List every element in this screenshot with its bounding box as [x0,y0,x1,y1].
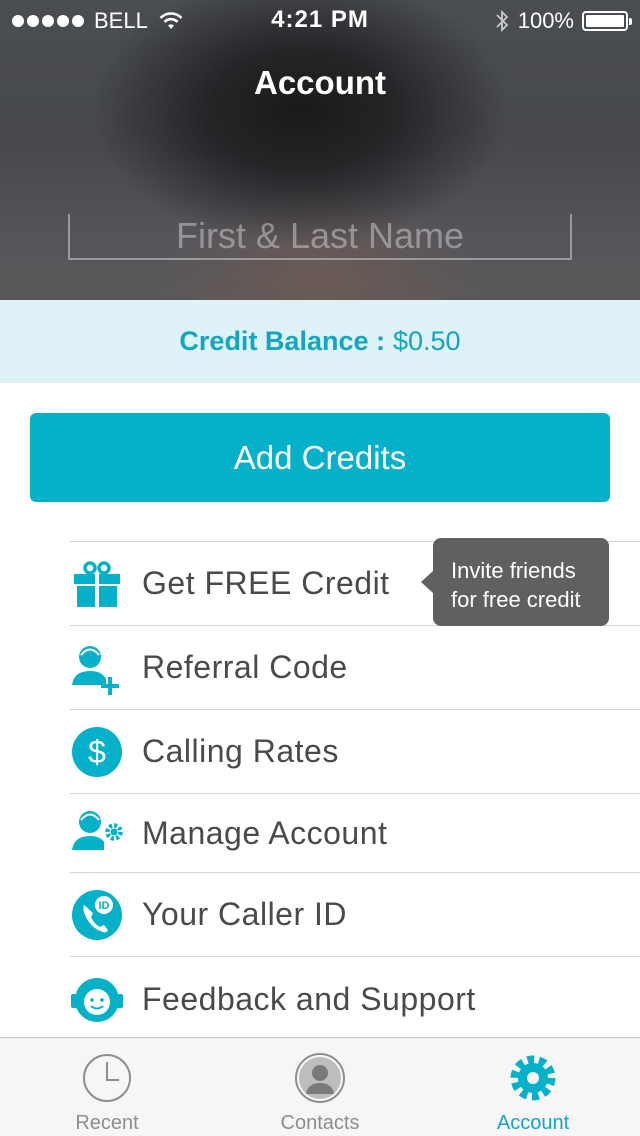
tooltip-line-1: Invite friends [451,558,576,583]
menu-item-calling-rates[interactable]: $ Calling Rates [70,709,640,793]
phone-id-icon: ID [70,888,124,942]
tab-label: Contacts [280,1112,360,1134]
name-input[interactable] [70,216,570,256]
support-headset-icon [70,972,124,1026]
tab-recent[interactable]: Recent [0,1038,214,1136]
credit-balance-bar: Credit Balance : $0.50 [0,300,640,383]
credit-balance-label: Credit Balance : [179,326,385,356]
menu-item-label: Your Caller ID [142,896,348,932]
battery-percentage: 100% [517,8,574,33]
gear-icon [510,1055,556,1101]
tab-label: Recent [75,1112,139,1134]
invite-tooltip: Invite friends for free credit [421,538,609,626]
menu-item-label: Calling Rates [142,733,339,769]
account-header: BELL 4:21 PM 100% Account [0,0,640,300]
bluetooth-icon [496,9,508,33]
credit-balance-value: $0.50 [392,326,461,356]
gift-icon [70,557,124,611]
menu-item-label: Get FREE Credit [142,565,390,601]
menu-item-label: Feedback and Support [142,980,476,1017]
page-title: Account [254,64,386,101]
tooltip-line-2: for free credit [451,587,581,612]
contact-icon [295,1053,345,1103]
user-gear-icon [70,806,124,860]
menu-item-label: Referral Code [142,649,348,685]
svg-text:$: $ [88,734,106,770]
status-bar: BELL 4:21 PM 100% [0,0,640,40]
add-credits-button[interactable]: Add Credits [30,413,610,502]
menu-item-label: Manage Account [142,814,388,851]
menu-item-caller-id[interactable]: ID Your Caller ID [70,872,640,956]
tab-label: Account [496,1112,570,1134]
tab-contacts[interactable]: Contacts [213,1038,427,1136]
tab-bar: Recent Contacts Account [0,1037,640,1136]
name-field-frame [68,214,572,260]
add-user-icon [70,641,124,695]
menu-item-referral-code[interactable]: Referral Code [70,625,640,709]
clock-icon [83,1054,131,1102]
svg-text:ID: ID [99,900,110,912]
menu-item-manage-account[interactable]: Manage Account [70,793,640,872]
menu-item-feedback-support[interactable]: Feedback and Support [70,956,640,1042]
tab-account[interactable]: Account [426,1038,640,1136]
dollar-icon: $ [70,725,124,779]
battery-icon [582,11,632,31]
